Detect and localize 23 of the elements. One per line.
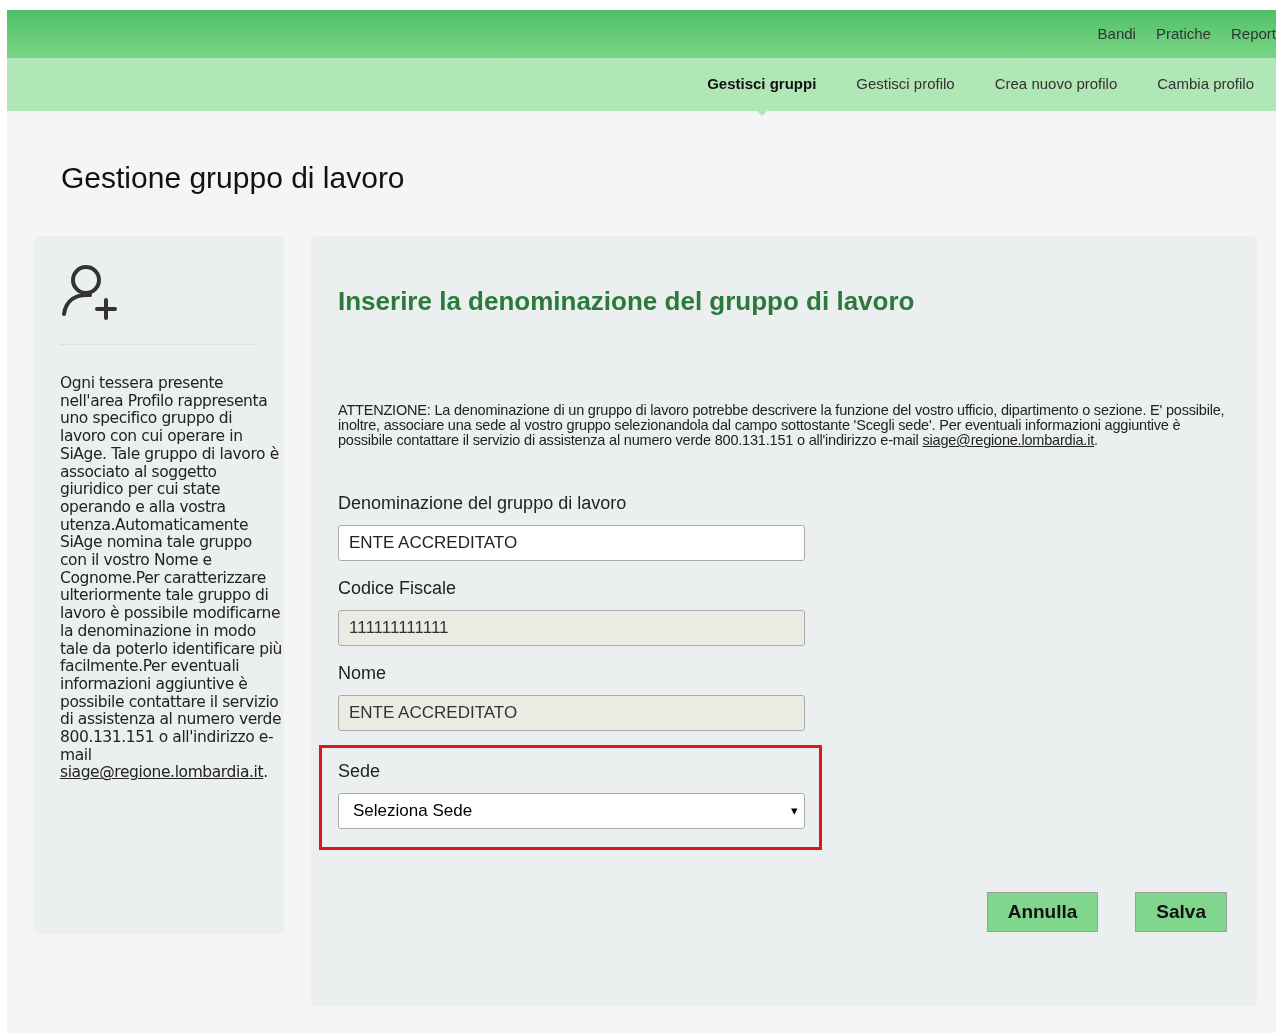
sub-nav-tab[interactable]: Gestisci gruppi: [707, 73, 817, 96]
sub-nav-tab[interactable]: Crea nuovo profilo: [994, 73, 1118, 96]
nav-link[interactable]: Bandi: [1097, 22, 1136, 46]
sub-nav-tab[interactable]: Cambia profilo: [1157, 73, 1254, 96]
attention-notice: ATTENZIONE: La denominazione di un gruppo di lavoro potrebbe descrivere la funzione del vostro ufficio, dipartimento o sezione. E' possibile, inoltre, associare una sede al vostro gruppo selezionandola dal campo sottostante 'Scegli sede'. Per eventuali informazioni aggiuntive è possibile contattare il servizio di assistenza al numero verde 800.131.151 o all'indirizzo e-mail siage@regione.lombardia.it.: [338, 403, 1226, 448]
action-button[interactable]: Annulla: [986, 892, 1099, 932]
field-label: Nome: [338, 662, 387, 685]
caret-icon: ▾: [791, 801, 798, 821]
text-field[interactable]: ENTE ACCREDITATO: [338, 525, 805, 561]
email-link[interactable]: siage@regione.lombardia.it: [60, 763, 264, 782]
field-label: Denominazione del gruppo di lavoro: [338, 492, 628, 515]
select-field[interactable]: Seleziona Sede ▾: [338, 793, 805, 829]
sub-nav-tab[interactable]: Gestisci profilo: [856, 73, 955, 96]
form-heading: Inserire la denominazione del gruppo di lavoro: [338, 285, 916, 318]
email-link[interactable]: siage@regione.lombardia.it: [922, 432, 1094, 448]
field-label: Sede: [338, 760, 382, 783]
page-title: Gestione gruppo di lavoro: [61, 160, 406, 196]
sidebar-description: Ogni tessera presente nell'area Profilo rappresenta uno specifico gruppo di lavoro con cui operare in SiAge. Tale gruppo di lavoro è associato al soggetto giuridico per cui state operando e alla vostra utenza.Automaticamente SiAge nomina tale gruppo con il vostro Nome e Cognome.Per caratterizzare ulteriormente tale gruppo di lavoro è possibile modificarne la denominazione in modo tale da poterlo identificare più facilmente.Per eventuali informazioni aggiuntive è possibile contattare il servizio di assistenza al numero verde 800.131.151 o all'indirizzo e-mail siage@regione.lombardia.it.: [60, 375, 282, 783]
nav-link[interactable]: Pratiche: [1155, 22, 1211, 46]
select-value: Seleziona Sede: [353, 800, 473, 823]
field-label: Codice Fiscale: [338, 577, 458, 600]
action-button[interactable]: Salva: [1135, 892, 1227, 932]
nav-link[interactable]: Report: [1230, 22, 1276, 46]
